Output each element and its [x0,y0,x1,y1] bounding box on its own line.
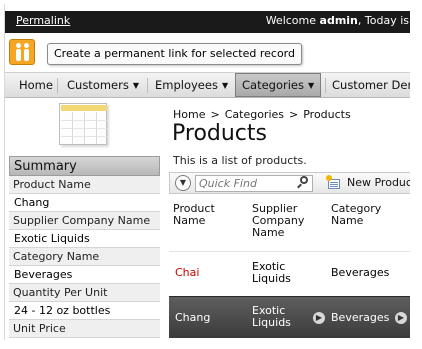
menu-item-customer-demographics[interactable]: Customer Dem [326,73,410,98]
menu-separator [147,78,148,93]
menu-item-label: Customer Dem [332,78,410,92]
summary-field-value: Exotic Liquids [9,230,160,248]
summary-field-label: Category Name [9,248,160,266]
summary-field-label: Supplier Company Name [9,212,160,230]
cell-supplier-company-name: Exotic Liquids [252,260,291,285]
menu-separator [57,78,58,93]
summary-field-label: Quantity Per Unit [9,284,160,302]
permalink-icon[interactable] [9,39,35,65]
new-product-button[interactable]: New Product [347,176,410,189]
cell-product-name[interactable]: Chai [175,267,199,279]
summary-panel: Summary Product Name Chang Supplier Comp… [9,156,160,338]
grid-header: Product Name Supplier Company Name Categ… [169,198,410,250]
table-row[interactable]: Chai Exotic Liquids Beverages [169,251,410,293]
menu-item-categories[interactable]: Categories ▼ [235,73,322,97]
page-description: This is a list of products. [173,154,307,167]
person-head-icon [24,43,29,48]
menu-item-customers[interactable]: Customers ▼ [61,73,145,98]
page-title: Products [172,121,267,146]
breadcrumb-separator: > [289,108,299,121]
cell-category-name: Beverages [331,311,390,324]
breadcrumb-categories[interactable]: Categories [225,108,284,121]
grid-toolbar: ▼ New Product [169,172,410,194]
welcome-suffix: , Today is [357,14,409,27]
menu-item-label: Home [19,78,53,92]
permalink-row: Create a permanent link for selected rec… [5,37,410,69]
user-name: admin [319,14,358,27]
welcome-message: Welcome admin, Today is [266,14,409,27]
cell-supplier-company-name: Exotic Liquids [252,304,291,329]
main-menu: Home Customers ▼ Employees ▼ Categories ▼ C… [5,72,410,98]
chevron-down-icon: ▼ [132,81,140,90]
menu-item-label: Employees [155,78,218,92]
cell-product-name[interactable]: Chang [175,312,210,324]
search-icon[interactable] [296,176,310,190]
summary-field-value: 24 - 12 oz bottles [9,302,160,320]
chevron-down-icon: ▼ [179,178,187,187]
summary-field-label: Product Name [9,176,160,194]
menu-item-label: Customers [67,78,129,92]
chevron-down-icon: ▼ [221,81,229,90]
chevron-down-icon: ▼ [308,81,315,90]
person-body-icon [16,49,21,61]
summary-title: Summary [9,156,160,176]
permalink-tooltip: Create a permanent link for selected rec… [47,43,302,65]
column-header-category-name[interactable]: Category Name [331,203,381,227]
arrow-right-icon[interactable]: ▶ [313,312,325,324]
breadcrumb-separator: > [210,108,220,121]
menu-item-employees[interactable]: Employees ▼ [149,73,234,98]
summary-field-value: Beverages [9,266,160,284]
welcome-prefix: Welcome [265,14,320,27]
arrow-right-icon[interactable]: ▶ [395,312,407,324]
person-head-icon [16,43,21,48]
column-header-supplier-company-name[interactable]: Supplier Company Name [252,203,304,239]
table-thumbnail-icon [59,103,111,147]
top-bar: Permalink Welcome admin, Today is [5,11,410,33]
quick-find-options-button[interactable]: ▼ [175,175,191,191]
breadcrumb-home[interactable]: Home [173,108,205,121]
summary-field-label: Unit Price [9,320,160,338]
cell-category-name: Beverages [331,266,390,279]
summary-field-value: Chang [9,194,160,212]
breadcrumb-products: Products [303,108,351,121]
person-body-icon [24,49,29,61]
new-record-icon[interactable] [326,175,342,190]
menu-item-label: Categories [242,78,304,92]
menu-item-home[interactable]: Home [13,73,59,98]
column-header-product-name[interactable]: Product Name [173,203,215,227]
table-row-selected[interactable]: Chang Exotic Liquids ▶ Beverages ▶ [169,296,410,338]
breadcrumb: Home > Categories > Products [173,108,351,121]
permalink-link[interactable]: Permalink [16,14,70,27]
app-window: Permalink Welcome admin, Today is Create… [4,4,410,340]
